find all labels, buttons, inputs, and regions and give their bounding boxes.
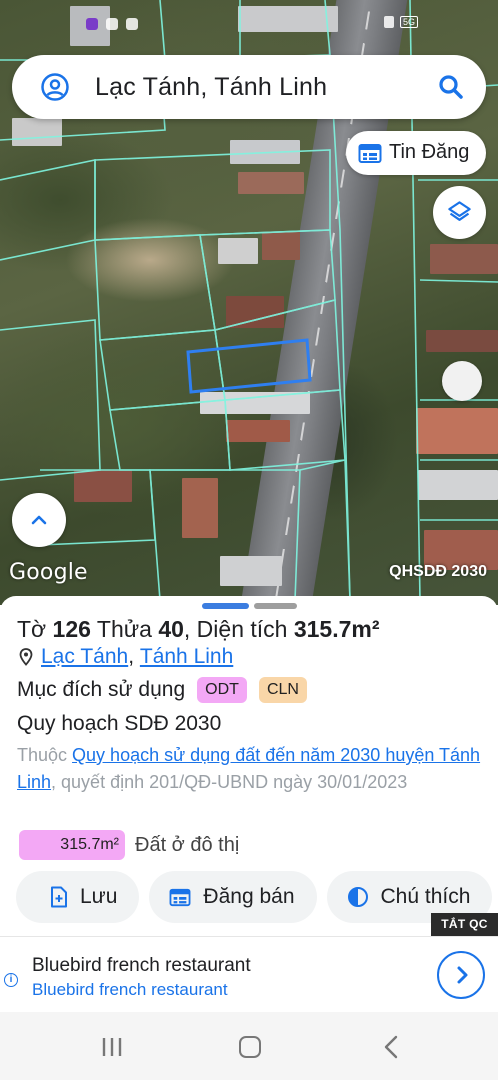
system-navigation-bar <box>0 1012 498 1080</box>
thua-label: Thửa <box>96 616 152 642</box>
layers-button[interactable] <box>433 186 486 239</box>
selected-parcel-outline[interactable] <box>186 338 312 394</box>
chevron-up-icon <box>31 515 47 525</box>
back-icon[interactable] <box>382 1034 400 1060</box>
wifi-icon <box>383 16 394 28</box>
search-query[interactable]: Lạc Tánh, Tánh Linh <box>95 73 327 102</box>
sheet-handle-active[interactable] <box>202 603 249 609</box>
area-type-label: Đất ở đô thị <box>135 833 240 856</box>
map-scroll-handle[interactable] <box>442 361 482 401</box>
google-logo: Google <box>9 560 88 585</box>
purpose-label: Mục đích sử dụng <box>17 678 186 701</box>
hide-ad-button[interactable]: TẮT QC <box>431 913 498 936</box>
legend-label: Chú thích <box>380 885 471 908</box>
area-chip: 315.7m² <box>19 830 125 860</box>
area-label: , Diện tích <box>183 616 288 642</box>
location-pin-icon <box>19 648 33 666</box>
to-number: 126 <box>52 616 91 642</box>
status-right-icons: 5G <box>383 16 418 28</box>
purpose-chip-odt[interactable]: ODT <box>197 677 247 703</box>
location-separator: , <box>128 645 135 668</box>
purpose-chip-cln[interactable]: CLN <box>258 677 307 703</box>
home-icon[interactable] <box>239 1036 261 1058</box>
desc-prefix: Thuộc <box>17 745 68 765</box>
chevron-right-icon <box>457 966 468 984</box>
expand-sheet-button[interactable] <box>12 493 66 547</box>
desc-suffix: , quyết định 201/QĐ-UBND ngày 30/01/2023 <box>51 772 408 792</box>
app-notification-icon <box>86 18 98 30</box>
tin-dang-button[interactable]: Tin Đăng <box>346 131 486 175</box>
parcel-info-sheet: Tờ 126 Thửa 40, Diện tích 315.7m² Lạc Tá… <box>0 596 498 936</box>
save-button[interactable]: Lưu <box>16 871 140 923</box>
area-value: 315.7m² <box>293 616 380 642</box>
commune-link[interactable]: Lạc Tánh <box>41 645 128 669</box>
layers-icon <box>448 201 471 221</box>
contrast-icon <box>347 887 368 907</box>
calendar-list-icon <box>358 144 382 163</box>
map-view[interactable]: 5G Lạc Tánh, Tánh Linh Tin Đăng Google Q… <box>0 0 498 605</box>
sheet-handle-inactive[interactable] <box>254 603 297 609</box>
post-sale-button[interactable]: Đăng bán <box>149 871 317 923</box>
network-type-badge: 5G <box>399 16 418 28</box>
search-icon[interactable] <box>436 72 466 102</box>
thua-number: 40 <box>158 616 184 642</box>
tin-dang-label: Tin Đăng <box>389 141 470 163</box>
add-file-icon <box>51 886 67 908</box>
search-bar[interactable]: Lạc Tánh, Tánh Linh <box>12 55 486 119</box>
action-buttons: Lưu Đăng bán Chú thích <box>16 871 493 923</box>
calendar-list-icon <box>169 888 191 907</box>
to-label: Tờ <box>17 616 47 642</box>
ad-subtitle[interactable]: Bluebird french restaurant <box>32 980 228 1000</box>
land-area-row: 315.7m² Đất ở đô thị <box>19 830 239 860</box>
status-bar: 5G <box>0 0 498 40</box>
district-link[interactable]: Tánh Linh <box>140 645 233 669</box>
ad-open-button[interactable] <box>437 951 485 999</box>
ad-info-icon[interactable]: i <box>4 973 18 987</box>
save-label: Lưu <box>80 885 118 908</box>
parcel-title: Tờ 126 Thửa 40, Diện tích 315.7m² <box>17 616 380 643</box>
land-purpose-row: Mục đích sử dụng ODT CLN <box>17 677 307 703</box>
ad-banner[interactable]: i Bluebird french restaurant Bluebird fr… <box>0 936 498 1012</box>
ad-title[interactable]: Bluebird french restaurant <box>32 955 251 977</box>
layer-badge: QHSDĐ 2030 <box>389 563 487 580</box>
plan-title: Quy hoạch SDĐ 2030 <box>17 712 222 735</box>
settings-notification-icon <box>126 18 138 30</box>
location-line: Lạc Tánh, Tánh Linh <box>19 645 233 669</box>
recent-apps-icon[interactable] <box>101 1036 123 1058</box>
plan-description: Thuộc Quy hoạch sử dụng đất đến năm 2030… <box>17 742 487 796</box>
post-sale-label: Đăng bán <box>203 885 295 908</box>
account-circle-icon[interactable] <box>40 72 70 102</box>
notification-icons <box>86 18 138 30</box>
screenshot-icon <box>106 18 118 30</box>
